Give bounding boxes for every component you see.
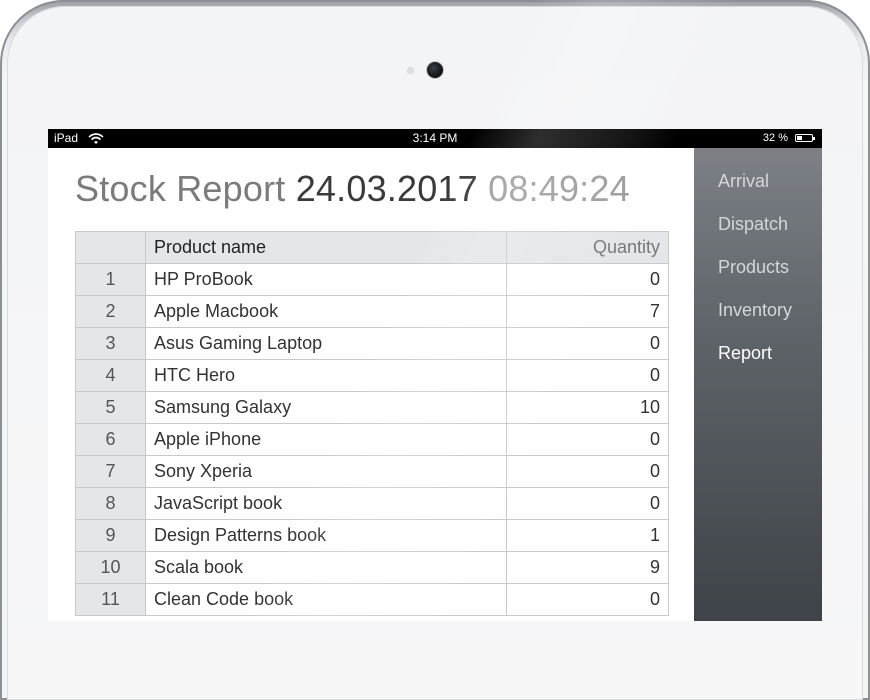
quantity-cell: 9	[506, 551, 669, 584]
battery-percent: 32 %	[762, 132, 788, 144]
row-index: 5	[75, 391, 146, 424]
report-time: 08:49:24	[488, 168, 630, 209]
light-sensor	[407, 67, 414, 74]
row-index: 9	[75, 519, 146, 552]
product-name-cell: JavaScript book	[145, 487, 507, 520]
camera-icon	[427, 62, 443, 78]
product-name-cell: HTC Hero	[145, 359, 507, 392]
status-time: 3:14 PM	[412, 131, 458, 145]
product-name-cell: Scala book	[145, 551, 507, 584]
table-row[interactable]: 5 Samsung Galaxy 10	[75, 391, 669, 424]
table-row[interactable]: 11 Clean Code book 0	[75, 583, 669, 616]
table-row[interactable]: 3 Asus Gaming Laptop 0	[75, 327, 669, 360]
quantity-cell: 0	[506, 423, 669, 456]
row-index: 10	[75, 551, 146, 584]
table-row[interactable]: 6 Apple iPhone 0	[75, 423, 669, 456]
product-name-cell: Asus Gaming Laptop	[145, 327, 507, 360]
quantity-cell: 0	[506, 263, 669, 296]
quantity-cell: 0	[506, 583, 669, 616]
quantity-cell: 0	[506, 359, 669, 392]
row-index: 8	[75, 487, 146, 520]
product-name-cell: Samsung Galaxy	[145, 391, 507, 424]
product-name-cell: Sony Xperia	[145, 455, 507, 488]
table-row[interactable]: 10 Scala book 9	[75, 551, 669, 584]
table-row[interactable]: 8 JavaScript book 0	[75, 487, 669, 520]
quantity-cell: 1	[506, 519, 669, 552]
table-row[interactable]: 7 Sony Xperia 0	[75, 455, 669, 488]
sidebar-nav: Arrival Dispatch Products Inventory Repo…	[694, 148, 822, 621]
sidebar-item-report[interactable]: Report	[718, 343, 772, 364]
sidebar-item-products[interactable]: Products	[718, 257, 789, 278]
product-name-cell: Apple iPhone	[145, 423, 507, 456]
quantity-cell: 0	[506, 487, 669, 520]
row-index: 1	[75, 263, 146, 296]
table-header-row: Product name Quantity	[75, 231, 669, 264]
product-name-cell: Apple Macbook	[145, 295, 507, 328]
main-content: Stock Report 24.03.2017 08:49:24 Product…	[48, 148, 694, 621]
stock-table: Product name Quantity 1 HP ProBook 0 2 A…	[75, 231, 669, 616]
quantity-cell: 10	[506, 391, 669, 424]
report-date: 24.03.2017	[295, 168, 478, 209]
status-bar: iPad 3:14 PM 32 %	[48, 129, 822, 148]
table-row[interactable]: 2 Apple Macbook 7	[75, 295, 669, 328]
column-header-index	[75, 231, 146, 264]
sidebar-item-dispatch[interactable]: Dispatch	[718, 214, 788, 235]
quantity-cell: 0	[506, 455, 669, 488]
product-name-cell: Design Patterns book	[145, 519, 507, 552]
row-index: 6	[75, 423, 146, 456]
table-row[interactable]: 4 HTC Hero 0	[75, 359, 669, 392]
row-index: 3	[75, 327, 146, 360]
column-header-quantity[interactable]: Quantity	[506, 231, 669, 264]
report-title: Stock Report	[75, 168, 286, 209]
battery-icon	[795, 134, 815, 142]
device-screen: iPad 3:14 PM 32 % Stock Report 24.03.201…	[48, 129, 822, 621]
quantity-cell: 0	[506, 327, 669, 360]
row-index: 11	[75, 583, 146, 616]
sidebar-item-arrival[interactable]: Arrival	[718, 171, 769, 192]
quantity-cell: 7	[506, 295, 669, 328]
page-title: Stock Report 24.03.2017 08:49:24	[75, 168, 630, 210]
row-index: 2	[75, 295, 146, 328]
column-header-product-name[interactable]: Product name	[145, 231, 507, 264]
table-row[interactable]: 9 Design Patterns book 1	[75, 519, 669, 552]
row-index: 7	[75, 455, 146, 488]
row-index: 4	[75, 359, 146, 392]
table-row[interactable]: 1 HP ProBook 0	[75, 263, 669, 296]
product-name-cell: HP ProBook	[145, 263, 507, 296]
sidebar-item-inventory[interactable]: Inventory	[718, 300, 792, 321]
product-name-cell: Clean Code book	[145, 583, 507, 616]
